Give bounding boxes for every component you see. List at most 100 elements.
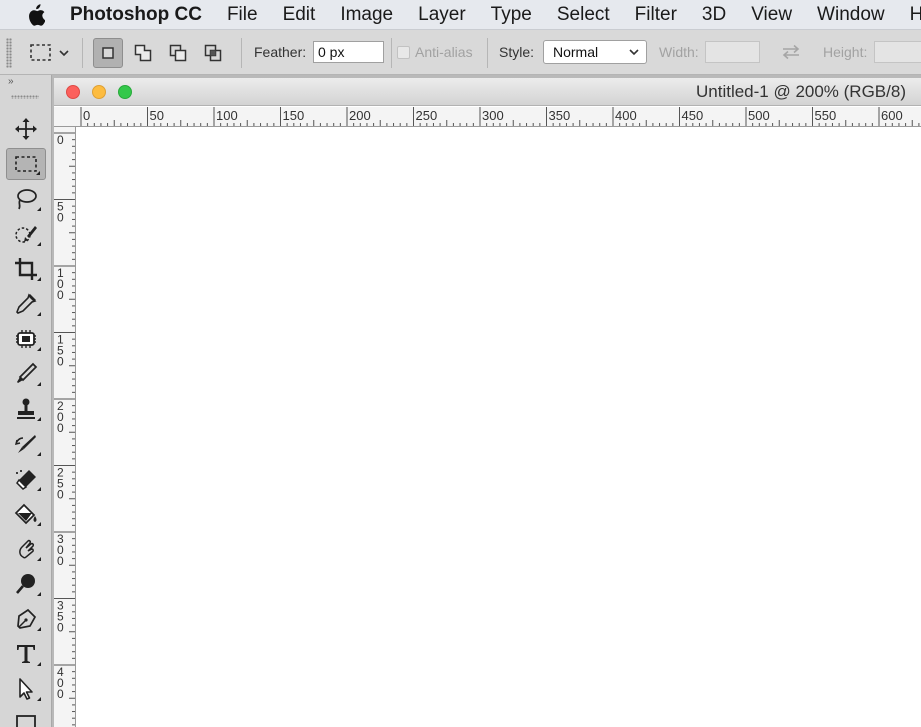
menu-select[interactable]: Select — [557, 0, 610, 30]
eraser-icon — [16, 470, 36, 490]
tool-flyout-indicator — [37, 242, 41, 246]
apple-icon[interactable] — [27, 3, 45, 26]
tool-flyout-indicator — [37, 382, 41, 386]
pen-tool[interactable] — [6, 603, 46, 635]
marquee-icon — [15, 156, 37, 172]
intersect-selection-button[interactable] — [198, 38, 228, 68]
horizontal-ruler-scale: 0 50 100 150 200 250 300 350 400 450 500 550 600 — [80, 107, 920, 126]
crop-tool[interactable] — [6, 253, 46, 285]
tool-flyout-indicator — [37, 662, 41, 666]
document-title: Untitled-1 @ 200% (RGB/8) — [695, 82, 906, 101]
smudge-icon — [19, 539, 34, 559]
ruler-label: 450 — [682, 108, 704, 123]
rectangle-tool[interactable] — [6, 707, 46, 727]
move-tool[interactable] — [6, 113, 46, 145]
rectangular-marquee-tool[interactable] — [6, 148, 46, 180]
chevron-down-icon — [629, 49, 639, 56]
vertical-ruler[interactable]: 0 50 100 150 200 250 300 350 400 — [54, 127, 76, 727]
options-separator — [391, 38, 392, 68]
dodge-tool[interactable] — [6, 568, 46, 600]
document-title-bar[interactable]: Untitled-1 @ 200% (RGB/8) — [54, 78, 921, 106]
width-input[interactable] — [705, 41, 760, 63]
lasso-icon — [17, 189, 37, 210]
style-select[interactable]: Normal — [543, 40, 647, 64]
marquee-preset-icon — [30, 44, 69, 61]
menu-layer[interactable]: Layer — [418, 0, 466, 30]
brush-icon — [17, 362, 38, 383]
type-tool[interactable] — [6, 638, 46, 670]
menu-filter[interactable]: Filter — [635, 0, 677, 30]
smudge-tool[interactable] — [6, 533, 46, 565]
clone-stamp-tool[interactable] — [6, 393, 46, 425]
feather-label: Feather: — [254, 44, 307, 60]
add-to-selection-button[interactable] — [128, 38, 158, 68]
path-arrow-icon — [19, 678, 33, 700]
menu-3d[interactable]: 3D — [702, 0, 726, 30]
add-to-selection-icon — [134, 44, 152, 62]
menu-view[interactable]: View — [751, 0, 792, 30]
height-label: Height: — [823, 44, 868, 60]
horizontal-ruler[interactable]: 0 50 100 150 200 250 300 350 400 450 500 550 600 — [54, 107, 921, 127]
history-brush-tool[interactable] — [6, 428, 46, 460]
menu-help[interactable]: Help — [910, 0, 921, 30]
ruler-label: 400 — [57, 665, 64, 701]
menu-file[interactable]: File — [227, 0, 258, 30]
new-selection-button[interactable] — [93, 38, 123, 68]
collapse-panel-icon[interactable]: » — [8, 77, 14, 87]
lasso-tool[interactable] — [6, 183, 46, 215]
options-bar: Feather: 0 px Anti-alias Style: Normal W… — [0, 30, 921, 75]
eyedropper-tool[interactable] — [6, 288, 46, 320]
move-arrows-icon — [15, 118, 37, 140]
menu-app-name[interactable]: Photoshop CC — [70, 0, 202, 30]
ruler-label: 0 — [83, 108, 90, 123]
ruler-label: 100 — [57, 266, 64, 302]
brush-tool[interactable] — [6, 358, 46, 390]
close-window-button[interactable] — [66, 85, 80, 99]
options-separator — [82, 38, 83, 68]
quick-selection-tool[interactable] — [6, 218, 46, 250]
eraser-tool[interactable] — [6, 463, 46, 495]
ruler-label: 250 — [416, 108, 438, 123]
ruler-label: 100 — [216, 108, 238, 123]
tools-panel-grip[interactable] — [11, 95, 39, 99]
tool-flyout-indicator — [37, 277, 41, 281]
paint-bucket-icon — [14, 503, 37, 525]
swap-width-height-icon[interactable] — [780, 44, 802, 60]
new-selection-icon — [102, 47, 114, 59]
ruler-label: 400 — [615, 108, 637, 123]
menu-bar: Photoshop CC File Edit Image Layer Type … — [0, 0, 921, 30]
menu-type[interactable]: Type — [491, 0, 532, 30]
anti-alias-checkbox[interactable] — [397, 46, 410, 59]
spot-healing-tool[interactable] — [6, 323, 46, 355]
path-selection-tool[interactable] — [6, 673, 46, 705]
tool-flyout-indicator — [37, 312, 41, 316]
menu-edit[interactable]: Edit — [283, 0, 316, 30]
ruler-label: 150 — [57, 333, 64, 369]
ruler-label: 350 — [549, 108, 571, 123]
options-separator — [241, 38, 242, 68]
minimize-window-button[interactable] — [92, 85, 106, 99]
intersect-selection-icon — [204, 44, 222, 62]
eyedropper-icon — [16, 293, 37, 314]
pen-icon — [17, 608, 37, 629]
crop-icon — [15, 258, 37, 280]
tool-flyout-indicator — [37, 487, 41, 491]
menu-image[interactable]: Image — [340, 0, 393, 30]
tool-flyout-indicator — [37, 207, 41, 211]
paint-bucket-tool[interactable] — [6, 498, 46, 530]
ruler-label: 550 — [815, 108, 837, 123]
tools-panel: » — [0, 75, 52, 727]
quick-selection-icon — [15, 226, 37, 243]
ruler-label: 350 — [57, 599, 64, 635]
tool-flyout-indicator — [36, 171, 40, 175]
type-icon — [17, 645, 35, 663]
ruler-label: 300 — [482, 108, 504, 123]
feather-input[interactable]: 0 px — [313, 41, 384, 63]
tool-preset-picker[interactable] — [28, 42, 76, 64]
menu-window[interactable]: Window — [817, 0, 885, 30]
subtract-from-selection-button[interactable] — [163, 38, 193, 68]
document-canvas[interactable] — [77, 128, 921, 727]
zoom-window-button[interactable] — [118, 85, 132, 99]
height-input[interactable] — [874, 41, 921, 63]
options-bar-grip[interactable] — [6, 38, 12, 68]
